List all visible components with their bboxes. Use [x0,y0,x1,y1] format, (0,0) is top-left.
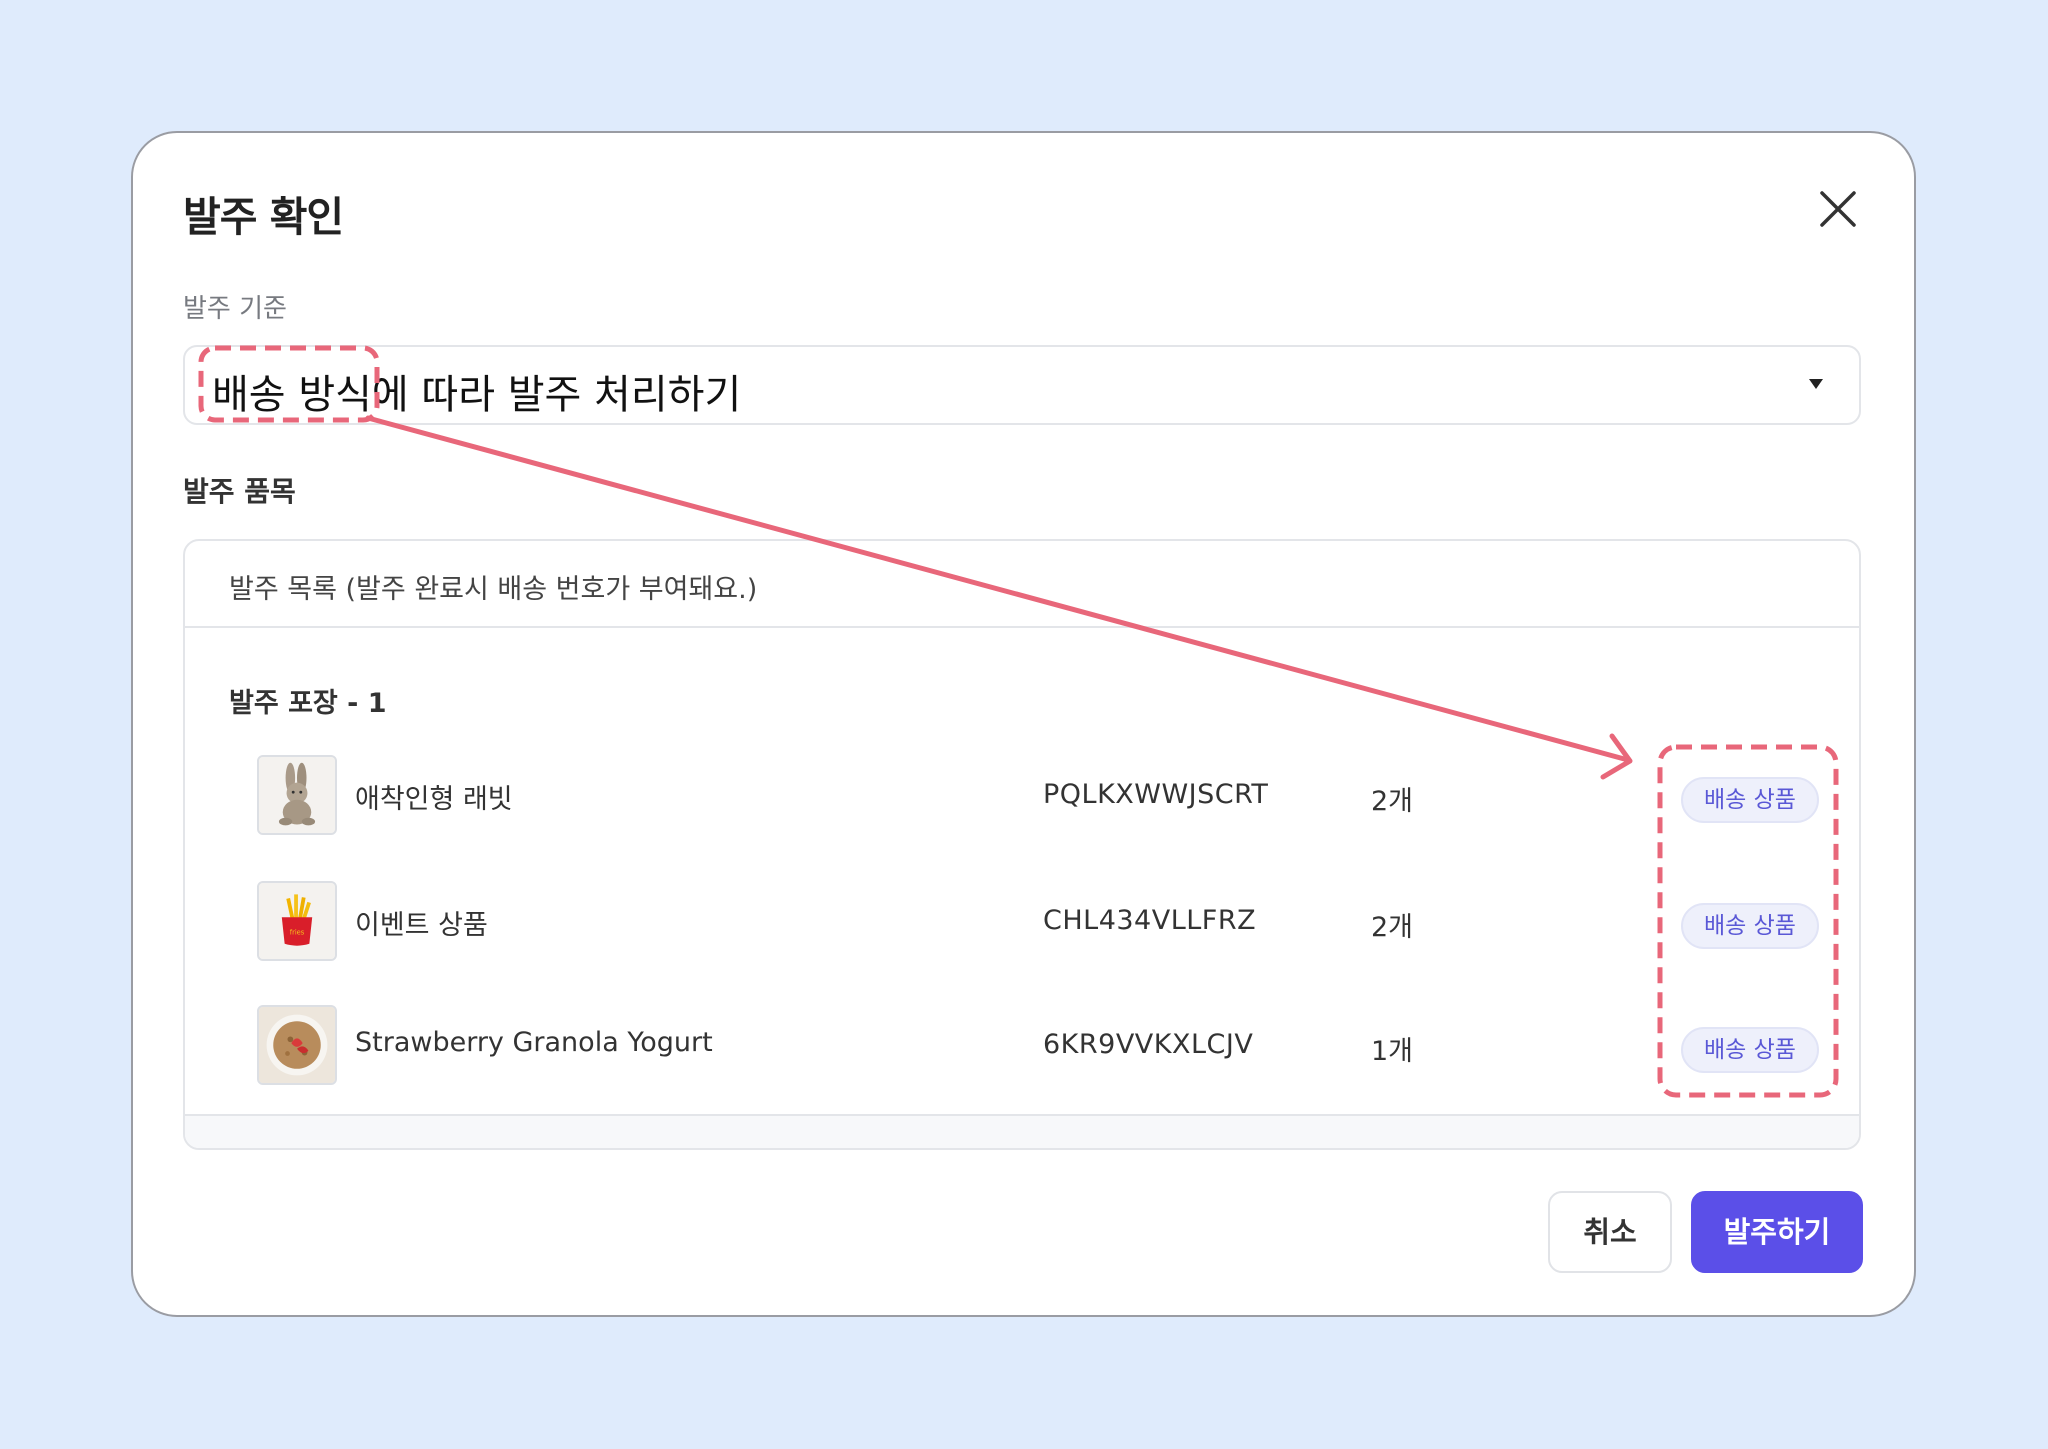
yogurt-bowl-icon [259,1007,335,1083]
dialog-title: 발주 확인 [183,193,344,241]
close-icon [1820,191,1856,227]
product-quantity: 1개 [1371,1036,1414,1067]
criteria-label: 발주 기준 [183,294,287,324]
table-row: fries 이벤트 상품 CHL434VLLFRZ 2개 배송 상품 [185,881,1859,965]
svg-text:fries: fries [290,928,305,936]
product-thumbnail: fries [257,881,337,961]
order-confirm-dialog: 발주 확인 발주 기준 배송 방식에 따라 발주 처리하기 발주 품목 발주 목… [131,131,1916,1317]
product-name: 애착인형 래빗 [355,784,513,815]
order-items-list: 발주 목록 (발주 완료시 배송 번호가 부여돼요.) 발주 포장 - 1 애착… [183,539,1861,1150]
product-code: 6KR9VVKXLCJV [1043,1029,1254,1060]
table-row: Strawberry Granola Yogurt 6KR9VVKXLCJV 1… [185,1005,1859,1089]
items-section-label: 발주 품목 [183,475,296,508]
criteria-select-value: 배송 방식에 따라 발주 처리하기 [212,372,742,418]
list-header-text: 발주 목록 (발주 완료시 배송 번호가 부여돼요.) [229,574,758,605]
product-code: CHL434VLLFRZ [1043,905,1257,936]
shipping-badge: 배송 상품 [1681,777,1819,823]
product-name: 이벤트 상품 [355,910,488,941]
submit-order-button[interactable]: 발주하기 [1691,1191,1863,1273]
close-button[interactable] [1814,185,1862,233]
product-quantity: 2개 [1371,786,1414,817]
product-quantity: 2개 [1371,912,1414,943]
list-footer [185,1114,1859,1148]
fries-plush-icon: fries [259,883,335,959]
cancel-button[interactable]: 취소 [1548,1191,1672,1273]
product-thumbnail [257,1005,337,1085]
product-name: Strawberry Granola Yogurt [355,1027,713,1058]
package-group-title: 발주 포장 - 1 [229,688,387,719]
criteria-select[interactable]: 배송 방식에 따라 발주 처리하기 [183,345,1861,425]
shipping-badge: 배송 상품 [1681,1027,1819,1073]
caret-down-icon [1809,379,1823,389]
shipping-badge: 배송 상품 [1681,903,1819,949]
plush-rabbit-icon [259,757,335,833]
product-thumbnail [257,755,337,835]
list-header: 발주 목록 (발주 완료시 배송 번호가 부여돼요.) [185,541,1859,628]
table-row: 애착인형 래빗 PQLKXWWJSCRT 2개 배송 상품 [185,755,1859,839]
product-code: PQLKXWWJSCRT [1043,779,1269,810]
